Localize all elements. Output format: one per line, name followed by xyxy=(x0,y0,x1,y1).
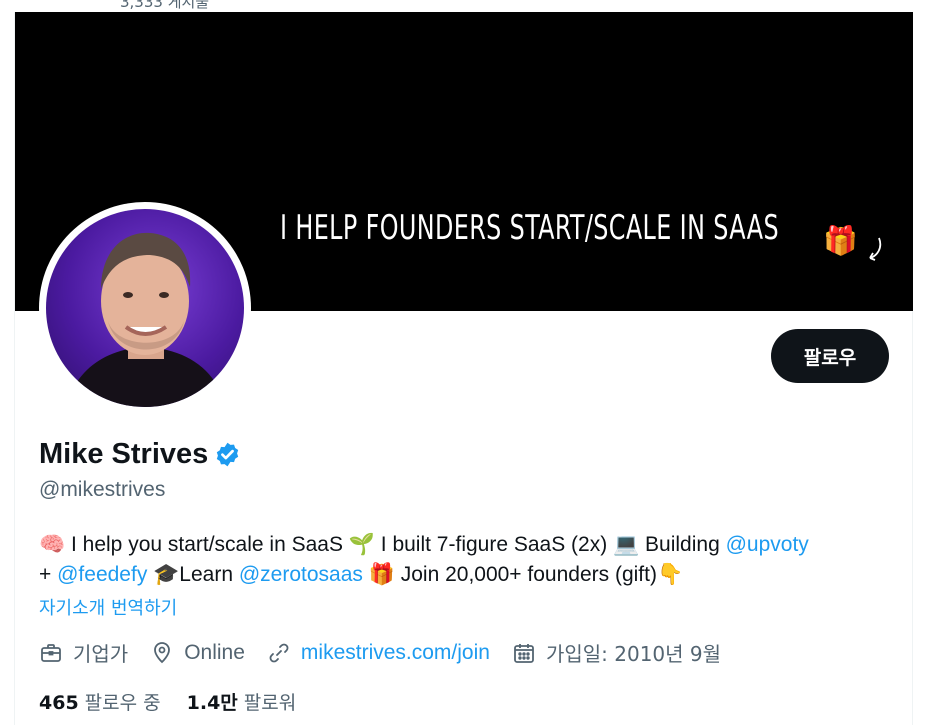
mention-zerotosaas-link[interactable]: @zerotosaas xyxy=(239,563,363,586)
mention-feedefy-link[interactable]: @feedefy xyxy=(57,563,147,586)
curved-arrow-icon xyxy=(869,237,882,261)
bio-text-4: 🎁 Join 20,000+ founders (gift)👇 xyxy=(362,563,684,586)
top-strip: 3,333 게시물 xyxy=(0,0,926,12)
following-label: 팔로우 중 xyxy=(84,692,161,714)
followers-label: 팔로워 xyxy=(243,692,297,714)
display-name: Mike Strives xyxy=(39,438,209,470)
meta-website[interactable]: mikestrives.com/join xyxy=(267,641,490,665)
joined-text: 가입일: 2010년 9월 xyxy=(545,642,722,666)
verified-badge-icon[interactable] xyxy=(214,441,241,468)
bio: 🧠 I help you start/scale in SaaS 🌱 I bui… xyxy=(39,530,899,590)
calendar-icon xyxy=(514,643,534,663)
meta-joined: 가입일: 2010년 9월 xyxy=(512,638,721,667)
category-text: 기업가 xyxy=(73,642,129,666)
post-count: 3,333 게시물 xyxy=(120,0,210,11)
meta-location: Online xyxy=(150,641,245,665)
avatar-portrait xyxy=(66,232,226,407)
followers-count: 1.4만 xyxy=(186,692,238,714)
follow-button[interactable]: 팔로우 xyxy=(771,329,889,383)
followers-stat[interactable]: 1.4만 팔로워 xyxy=(187,688,297,715)
mention-upvoty-link[interactable]: @upvoty xyxy=(726,533,809,556)
meta-category: 기업가 xyxy=(39,638,128,667)
location-text: Online xyxy=(184,640,245,664)
display-name-row: Mike Strives xyxy=(39,438,241,471)
translate-bio-link[interactable]: 자기소개 번역하기 xyxy=(39,594,177,620)
banner-gift-icon: 🎁 xyxy=(823,224,858,257)
link-icon xyxy=(269,643,289,662)
briefcase-icon xyxy=(41,643,61,662)
user-handle: @mikestrives xyxy=(39,478,166,501)
bio-text-1: 🧠 I help you start/scale in SaaS 🌱 I bui… xyxy=(39,533,726,556)
profile-meta: 기업가 Online mikestrives.com/join 가입일: 201… xyxy=(39,638,743,667)
bio-text-3: 🎓Learn xyxy=(147,563,239,586)
website-link[interactable]: mikestrives.com/join xyxy=(301,641,490,665)
location-pin-icon xyxy=(154,641,171,663)
following-count: 465 xyxy=(39,692,79,714)
bio-text-2: + xyxy=(39,563,58,586)
follow-stats: 465 팔로우 중 1.4만 팔로워 xyxy=(39,688,322,715)
banner-text: I HELP FOUNDERS START/SCALE IN SAAS xyxy=(280,208,780,248)
avatar[interactable] xyxy=(46,209,244,407)
following-stat[interactable]: 465 팔로우 중 xyxy=(39,688,161,715)
